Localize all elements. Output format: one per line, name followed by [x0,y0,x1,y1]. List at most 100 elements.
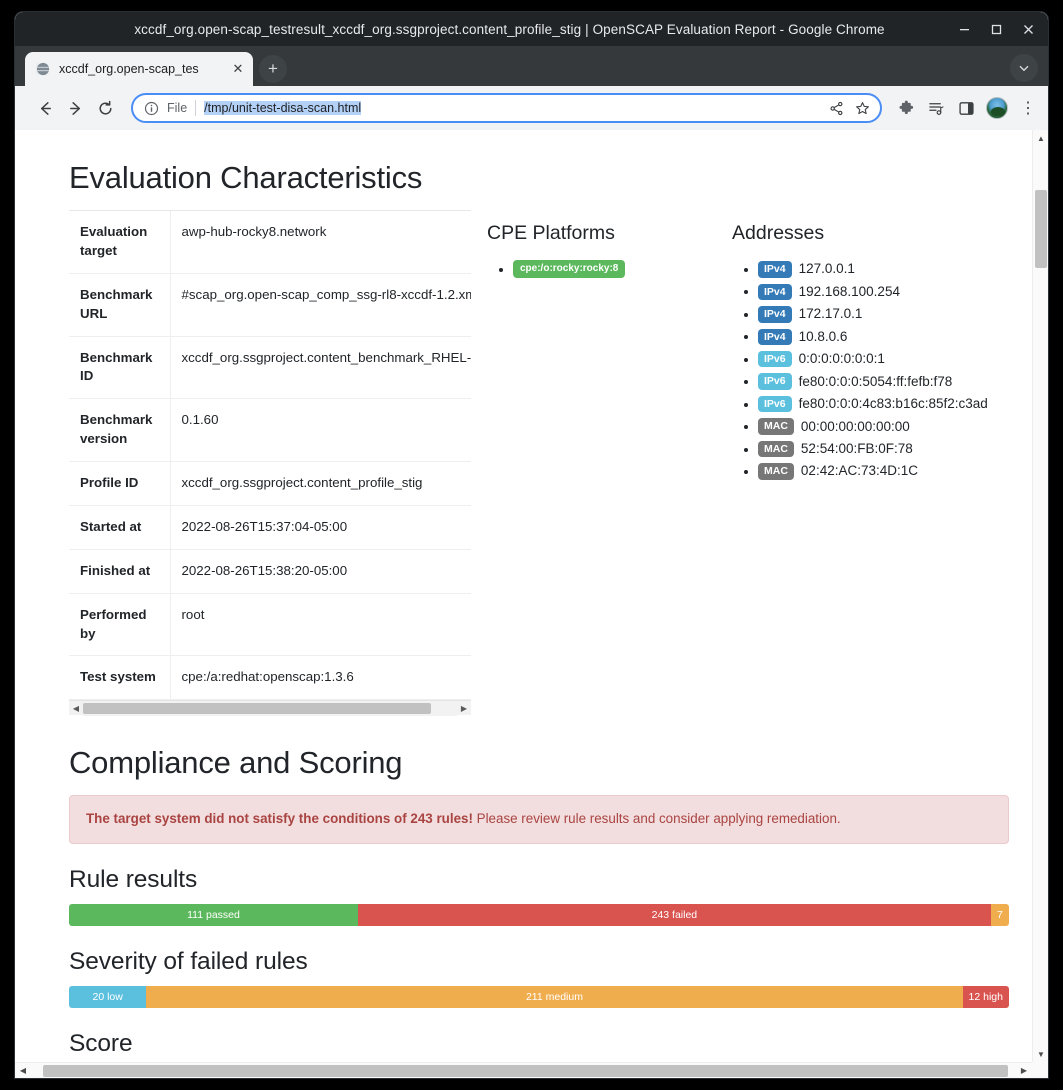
eval-row-key: Performed by [69,593,171,657]
bar-segment-other: 7 [990,904,1009,927]
list-item: IPv4 192.168.100.254 [758,281,1009,301]
scroll-right-icon[interactable]: ▶ [457,701,471,716]
omnibox-actions [824,96,876,120]
tab-search-button[interactable] [1010,54,1038,82]
page-hscroll-track[interactable] [31,1063,1016,1079]
alert-rest-text: Please review rule results and consider … [472,811,841,827]
address-type-badge: IPv4 [758,328,792,345]
eval-row-value: 2022-08-26T15:37:04-05:00 [170,505,471,550]
url-scheme-label: File [167,101,188,115]
address-type-badge: IPv6 [758,395,792,413]
globe-favicon-icon [35,61,51,77]
new-tab-button[interactable]: + [259,55,287,83]
eval-row-value: #scap_org.open-scap_comp_ssg-rl8-xccdf-1… [170,273,471,337]
table-row: Evaluation target awp-hub-rocky8.network [69,211,471,274]
address-type-badge: MAC [758,440,794,458]
bookmark-star-icon[interactable] [850,96,874,120]
bar-segment-low: 20 low [69,986,147,1009]
eval-row-value: cpe:/a:redhat:openscap:1.3.6 [170,655,471,701]
cpe-platforms-list: cpe:/o:rocky:rocky:8 [487,259,730,279]
close-button[interactable] [1012,14,1044,44]
cpe-platforms-panel: CPE Platforms cpe:/o:rocky:rocky:8 [487,210,730,281]
browser-window: xccdf_org.open-scap_testresult_xccdf_org… [15,12,1048,1078]
address-value: 192.168.100.254 [798,283,900,299]
table-row: Benchmark version 0.1.60 [69,398,471,462]
list-item: cpe:/o:rocky:rocky:8 [513,259,730,279]
list-item: IPv6 fe80:0:0:0:4c83:b16c:85f2:c3ad [758,394,1009,414]
eval-row-key: Benchmark version [69,398,171,462]
side-panel-icon[interactable] [952,94,980,122]
evaluation-characteristics-table: Evaluation target awp-hub-rocky8.network B… [69,211,471,701]
bar-segment-failed: 243 failed [358,904,991,927]
extensions-icon[interactable] [892,94,920,122]
table-row: Started at 2022-08-26T15:37:04-05:00 [69,505,471,550]
failure-alert: The target system did not satisfy the co… [69,795,1009,845]
profile-avatar[interactable] [986,97,1008,119]
url-input[interactable]: /tmp/unit-test-disa-scan.html [204,101,824,115]
evaluation-overview: Evaluation target awp-hub-rocky8.network B… [69,210,1009,716]
omnibox-separator [195,100,197,116]
addresses-list: IPv4 127.0.0.1 IPv4 192.168.100.254 IPv4 172.… [732,259,1009,481]
address-value: 02:42:AC:73:4D:1C [800,463,918,479]
hscroll-track[interactable] [83,700,457,716]
scrollbar-corner [1032,1062,1048,1078]
address-value: 127.0.0.1 [798,261,855,277]
alert-strong-text: The target system did not satisfy the co… [86,811,473,827]
table-row: Performed by root [69,593,471,657]
evaluation-table-hscrollbar[interactable]: ◀ ▶ [69,700,471,716]
addresses-panel: Addresses IPv4 127.0.0.1 IPv4 192.168.100.2… [732,210,1009,483]
vertical-scroll-thumb[interactable] [1035,190,1047,268]
page-horizontal-scrollbar[interactable]: ◀ ▶ [15,1062,1032,1078]
eval-row-key: Finished at [69,549,171,594]
severity-bar: 20 low 211 medium 12 high [69,986,1009,1009]
back-icon[interactable] [31,94,59,122]
rule-results-bar: 111 passed 243 failed 7 [69,904,1009,927]
eval-row-key: Benchmark URL [69,273,171,337]
address-bar[interactable]: File /tmp/unit-test-disa-scan.html [131,93,882,123]
share-icon[interactable] [824,96,848,120]
address-type-badge: IPv6 [758,350,792,368]
address-value: 10.8.0.6 [798,328,848,344]
address-type-badge: IPv4 [758,283,792,301]
page-hscroll-thumb[interactable] [43,1064,1009,1077]
reading-list-icon[interactable] [922,94,950,122]
list-item: IPv4 10.8.0.6 [758,326,1009,346]
page-vertical-scrollbar[interactable]: ▲ ▼ [1032,130,1048,1078]
bar-segment-passed: 111 passed [69,904,359,927]
address-value: 0:0:0:0:0:0:0:1 [798,351,885,367]
eval-row-value: 2022-08-26T15:38:20-05:00 [170,549,471,594]
eval-row-key: Test system [69,655,171,701]
site-info-icon[interactable] [141,98,161,118]
tab-close-icon[interactable]: ✕ [229,60,247,78]
report-content: Evaluation Characteristics Evaluation ta… [15,130,1032,1078]
list-item: IPv6 fe80:0:0:0:5054:ff:fefb:f78 [758,371,1009,391]
scroll-down-icon[interactable]: ▼ [1033,1046,1048,1062]
browser-toolbar: File /tmp/unit-test-disa-scan.html ⋮ [15,86,1048,130]
table-row: Test system cpe:/a:redhat:openscap:1.3.6 [69,655,471,701]
eval-row-value: awp-hub-rocky8.network [170,211,471,274]
eval-row-value: root [170,593,471,657]
tab-strip: xccdf_org.open-scap_tes ✕ + [15,46,1048,86]
scroll-up-icon[interactable]: ▲ [1033,130,1048,146]
page-scroll-left-icon[interactable]: ◀ [15,1063,31,1079]
compliance-heading: Compliance and Scoring [69,745,403,781]
eval-row-key: Evaluation target [69,211,171,274]
evaluation-characteristics-panel: Evaluation target awp-hub-rocky8.network B… [69,210,471,716]
scroll-left-icon[interactable]: ◀ [69,701,83,716]
reload-icon[interactable] [91,94,119,122]
maximize-button[interactable] [980,14,1012,44]
table-row: Finished at 2022-08-26T15:38:20-05:00 [69,549,471,594]
chrome-menu-icon[interactable]: ⋮ [1014,94,1042,122]
page-scroll-right-icon[interactable]: ▶ [1016,1063,1032,1079]
forward-icon[interactable] [61,94,89,122]
browser-tab[interactable]: xccdf_org.open-scap_tes ✕ [25,52,253,86]
eval-row-value: xccdf_org.ssgproject.content_benchmark_R… [170,336,471,400]
eval-row-value: 0.1.60 [170,398,471,462]
eval-row-key: Benchmark ID [69,336,171,400]
address-type-badge: MAC [758,418,794,435]
bar-segment-high: 12 high [962,986,1009,1009]
minimize-button[interactable] [948,14,980,44]
address-type-badge: IPv4 [758,261,792,278]
address-type-badge: IPv4 [758,306,792,323]
hscroll-thumb[interactable] [83,702,431,714]
